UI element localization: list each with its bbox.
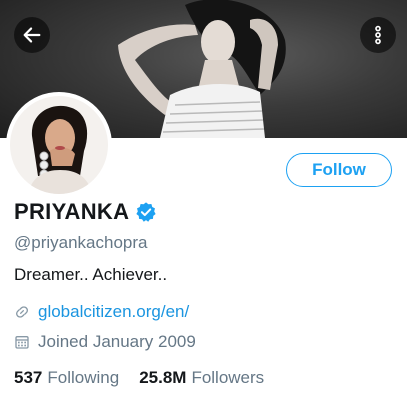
user-handle: @priyankachopra [14,233,148,252]
follow-stats: 537 Following 25.8M Followers [14,368,284,388]
link-icon [16,306,28,318]
back-arrow-icon [23,27,41,43]
following-label: Following [47,368,120,387]
follow-button[interactable]: Follow [286,153,392,187]
followers-count: 25.8M [139,368,187,387]
following-stat[interactable]: 537 Following [14,368,119,388]
back-button[interactable] [14,17,50,53]
calendar-icon [15,336,29,349]
display-name-row: PRIYANKA [14,199,157,225]
avatar[interactable] [10,96,108,194]
following-count: 537 [14,368,43,387]
followers-label: Followers [191,368,265,387]
joined-date: Joined January 2009 [38,332,196,351]
website-row: globalcitizen.org/en/ [14,302,189,322]
profile-bio: Dreamer.. Achiever.. [14,265,168,284]
more-options-button[interactable] [360,17,396,53]
website-link[interactable]: globalcitizen.org/en/ [38,302,189,322]
more-vertical-icon [375,25,381,45]
joined-row: Joined January 2009 [14,332,196,352]
verified-badge-icon [136,202,156,222]
followers-stat[interactable]: 25.8M Followers [139,368,264,388]
avatar-photo [10,96,108,194]
banner-photo [118,0,286,138]
display-name: PRIYANKA [14,199,130,224]
